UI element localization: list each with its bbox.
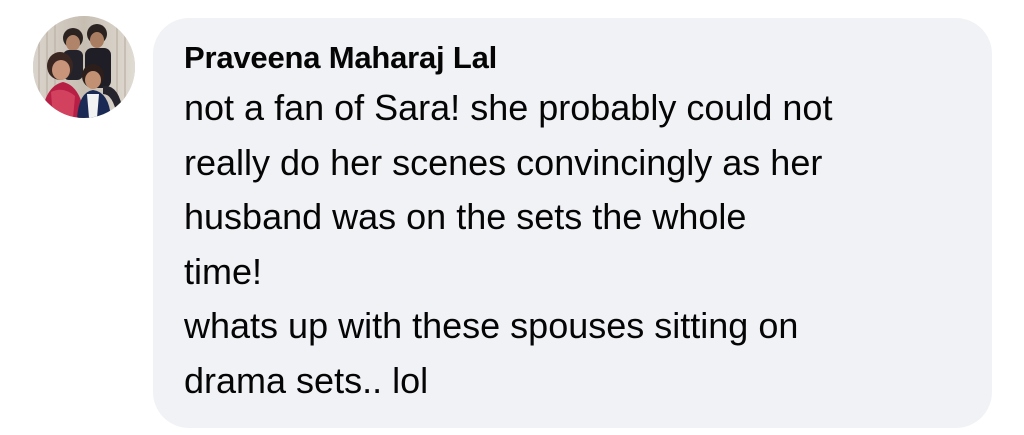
comment-line: really do her scenes convincingly as her bbox=[184, 141, 823, 183]
comment-line: not a fan of Sara! she probably could no… bbox=[184, 87, 833, 128]
comment-bubble: Praveena Maharaj Lal not a fan of Sara! … bbox=[153, 18, 992, 428]
comment-line: husband was on the sets the whole bbox=[184, 196, 747, 237]
comment-line: whats up with these spouses sitting on bbox=[184, 305, 799, 346]
comment-line: drama sets.. lol bbox=[184, 359, 429, 401]
comment-body: not a fan of Sara! she probably could no… bbox=[184, 81, 969, 408]
comment-author-name[interactable]: Praveena Maharaj Lal bbox=[184, 39, 960, 77]
avatar-photo-icon bbox=[33, 16, 135, 118]
author-avatar[interactable] bbox=[33, 16, 135, 118]
comment-line: time! bbox=[184, 250, 263, 292]
comment-row: Praveena Maharaj Lal not a fan of Sara! … bbox=[0, 0, 1024, 435]
